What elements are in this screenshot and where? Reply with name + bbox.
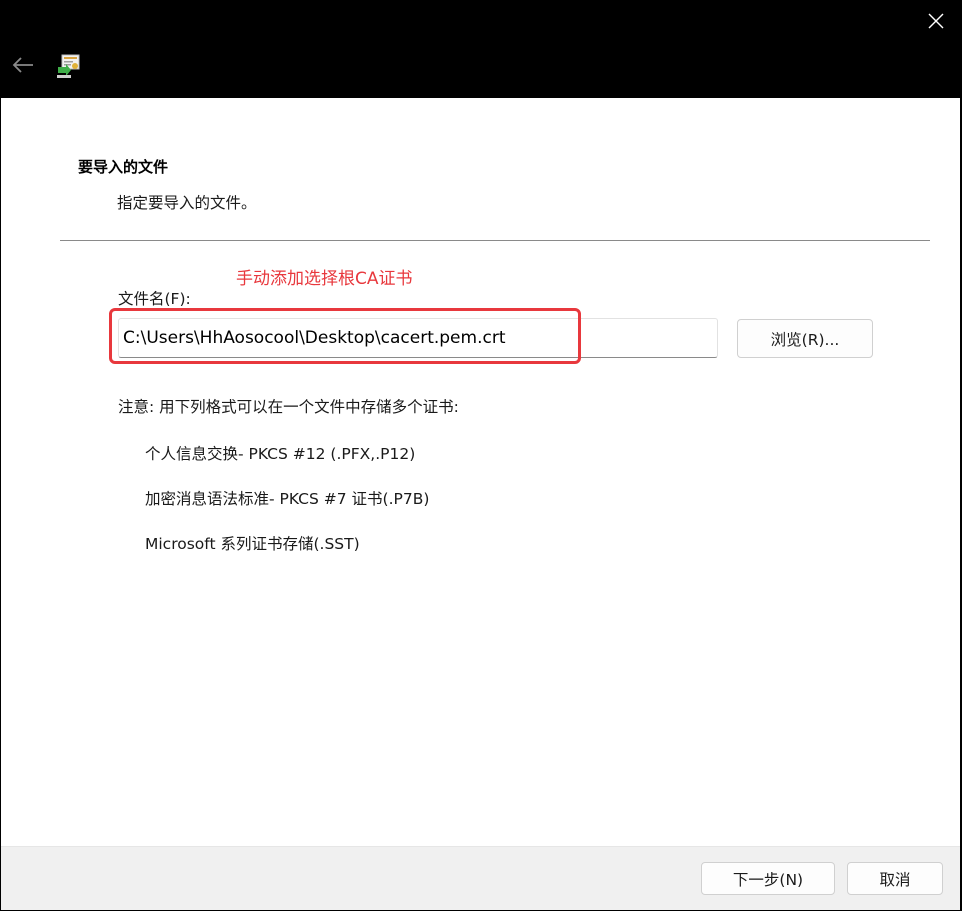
close-button[interactable]: [918, 6, 954, 40]
back-button[interactable]: [6, 50, 40, 84]
wizard-footer: 下一步(N) 取消: [1, 846, 960, 910]
format-item-pfx: 个人信息交换- PKCS #12 (.PFX,.P12): [145, 445, 416, 463]
file-name-label: 文件名(F):: [118, 290, 191, 308]
annotation-label: 手动添加选择根CA证书: [236, 269, 413, 289]
browse-button[interactable]: 浏览(R)...: [737, 319, 873, 358]
certificate-import-wizard-window: 要导入的文件 指定要导入的文件。 手动添加选择根CA证书 文件名(F): 浏览(…: [0, 0, 962, 911]
header-divider: [60, 240, 930, 241]
page-subtitle: 指定要导入的文件。: [117, 194, 257, 212]
cancel-button[interactable]: 取消: [847, 862, 943, 895]
format-note: 注意: 用下列格式可以在一个文件中存储多个证书:: [118, 398, 459, 416]
close-icon: [927, 12, 945, 34]
certificate-import-wizard-icon: [54, 52, 82, 80]
page-title: 要导入的文件: [78, 158, 169, 176]
format-item-sst: Microsoft 系列证书存储(.SST): [145, 535, 360, 553]
back-arrow-icon: [12, 57, 34, 77]
wizard-content: 要导入的文件 指定要导入的文件。 手动添加选择根CA证书 文件名(F): 浏览(…: [1, 98, 960, 846]
next-button[interactable]: 下一步(N): [701, 862, 835, 895]
title-bar: [0, 0, 962, 98]
file-name-input[interactable]: [118, 318, 718, 358]
format-item-p7b: 加密消息语法标准- PKCS #7 证书(.P7B): [145, 490, 430, 508]
